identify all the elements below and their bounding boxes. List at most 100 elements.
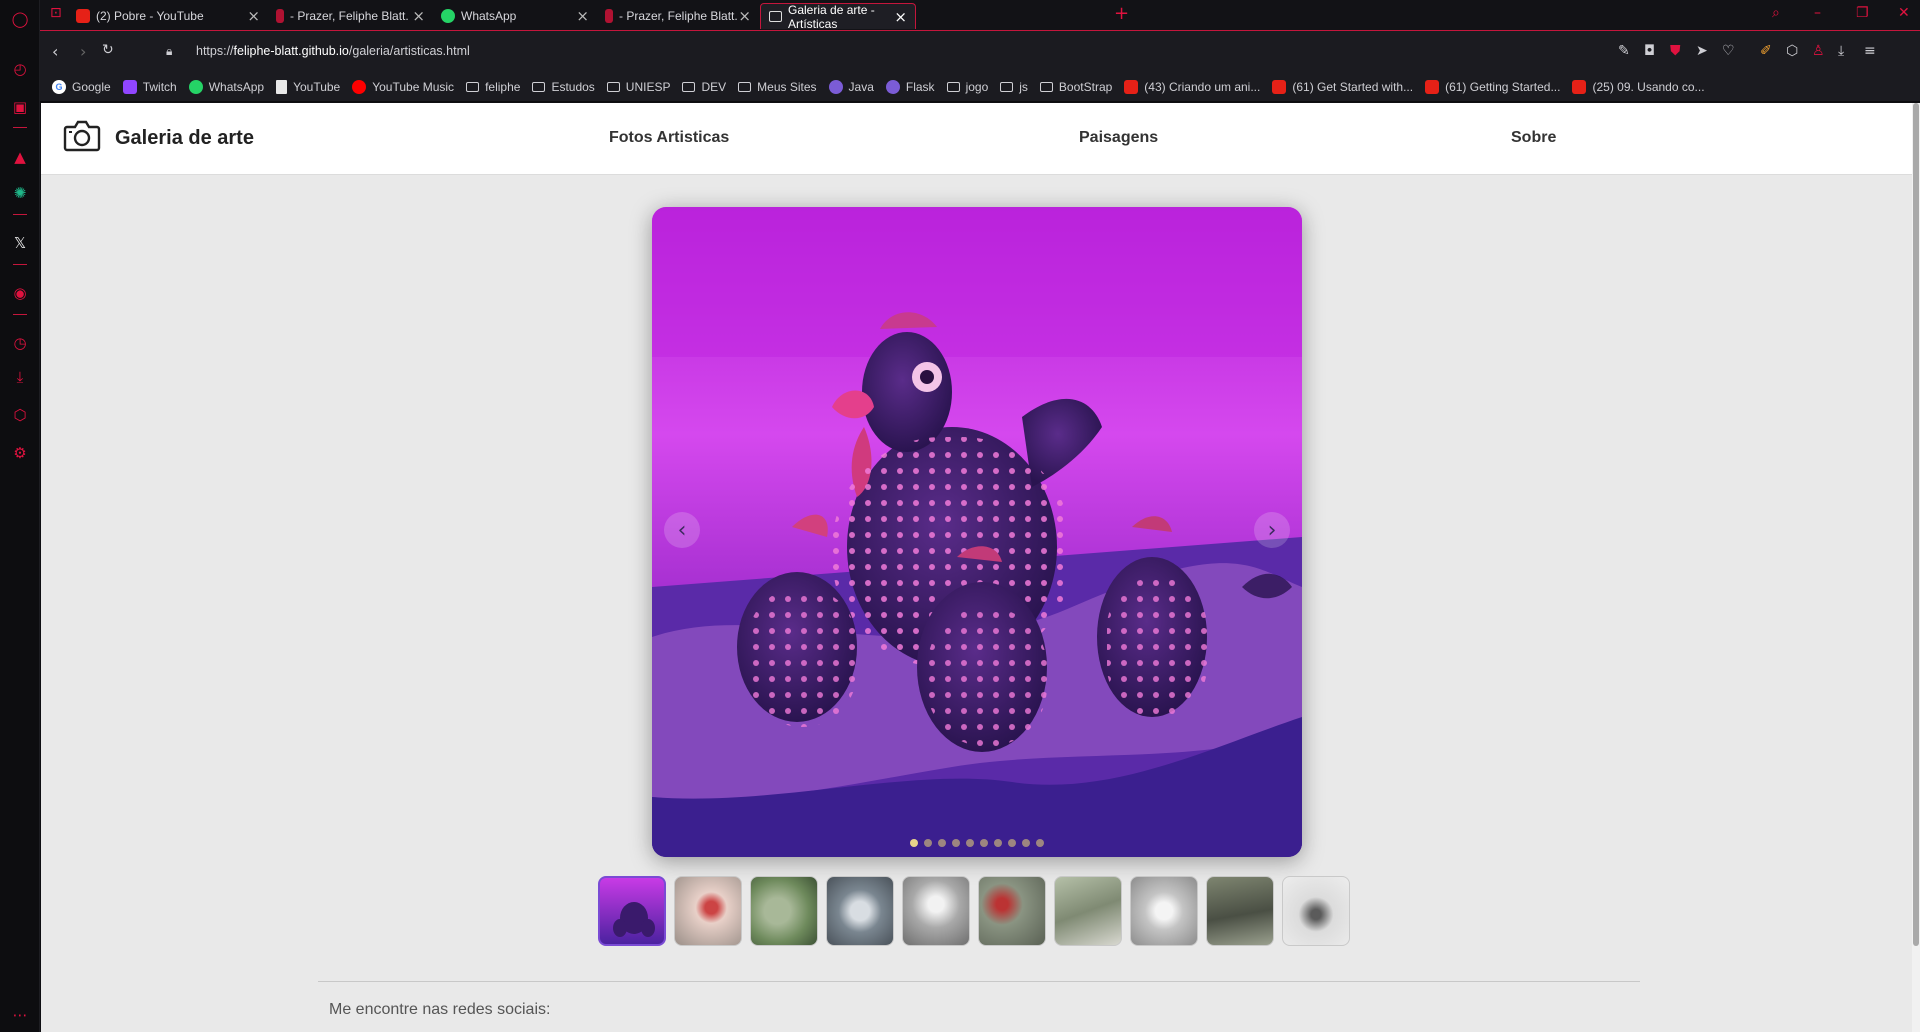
edit-icon[interactable]: ✎: [1618, 43, 1630, 59]
scrollbar-thumb[interactable]: [1913, 103, 1919, 946]
more-dots-icon[interactable]: ⋯: [9, 1004, 31, 1026]
thumbnail-4[interactable]: [826, 876, 894, 946]
bookmark-twitch[interactable]: Twitch: [122, 79, 177, 94]
bookmark-youtube-video[interactable]: (61) Get Started with...: [1272, 79, 1413, 94]
carousel-indicators: [652, 839, 1302, 847]
tab-prazer-1[interactable]: - Prazer, Feliphe Blatt. ×: [268, 3, 433, 29]
snapshot-camera-icon[interactable]: ◘: [1644, 43, 1655, 59]
opera-logo-icon[interactable]: ◯: [9, 8, 31, 30]
twitch-sidebar-icon[interactable]: ▣: [9, 96, 31, 118]
carousel-indicator[interactable]: [1022, 839, 1030, 847]
footer-social-text: Me encontre nas redes sociais:: [329, 1001, 551, 1018]
thumbnail-2[interactable]: [674, 876, 742, 946]
bookmark-folder[interactable]: Meus Sites: [738, 80, 817, 94]
speed-dial-icon[interactable]: ◴: [9, 58, 31, 80]
bookmark-java[interactable]: Java: [828, 79, 874, 94]
downloads-icon[interactable]: ⤓: [9, 366, 31, 388]
thumbnail-5[interactable]: [902, 876, 970, 946]
profile-icon[interactable]: ♙: [1812, 43, 1825, 59]
reload-icon[interactable]: ↻: [102, 42, 114, 58]
carousel-indicator[interactable]: [1008, 839, 1016, 847]
adblock-shield-icon[interactable]: ⛊: [1670, 43, 1681, 59]
back-icon[interactable]: ‹: [52, 42, 58, 61]
close-tab-icon[interactable]: ×: [894, 8, 907, 26]
bookmark-youtube-video[interactable]: (25) 09. Usando co...: [1572, 79, 1705, 94]
music-player-icon[interactable]: ◉: [9, 282, 31, 304]
url-path: /galeria/artisticas.html: [348, 44, 470, 58]
thumbnail-10[interactable]: [1282, 876, 1350, 946]
forward-icon[interactable]: ›: [80, 42, 86, 61]
bookmark-label: Twitch: [142, 79, 177, 94]
bookmark-folder[interactable]: BootStrap: [1039, 79, 1113, 94]
thumbnail-7[interactable]: [1054, 876, 1122, 946]
carousel-indicator[interactable]: [910, 839, 918, 847]
bookmark-youtube-music[interactable]: YouTube Music: [352, 79, 454, 94]
history-icon[interactable]: ◷: [9, 332, 31, 354]
url-field[interactable]: https://feliphe-blatt.github.io/galeria/…: [196, 44, 470, 58]
tab-youtube[interactable]: (2) Pobre - YouTube ×: [68, 3, 268, 29]
close-tab-icon[interactable]: ×: [576, 7, 589, 25]
menu-icon[interactable]: ≡: [1864, 43, 1876, 59]
page-scrollbar[interactable]: [1912, 103, 1920, 1032]
bookmark-google[interactable]: G Google: [52, 79, 111, 94]
carousel-indicator[interactable]: [924, 839, 932, 847]
carousel-indicator[interactable]: [952, 839, 960, 847]
close-window-icon[interactable]: ✕: [1898, 5, 1910, 21]
carousel-indicator[interactable]: [980, 839, 988, 847]
cube-icon[interactable]: ⬡: [1786, 43, 1798, 59]
bookmark-folder[interactable]: UNIESP: [606, 80, 670, 94]
carousel-next-button[interactable]: ›: [1254, 512, 1290, 548]
image-carousel[interactable]: ‹ ›: [652, 207, 1302, 857]
google-icon: G: [52, 79, 66, 94]
bookmark-folder[interactable]: feliphe: [466, 80, 520, 94]
close-tab-icon[interactable]: ×: [738, 7, 751, 25]
nav-fotos-artisticas[interactable]: Fotos Artisticas: [609, 129, 729, 147]
send-icon[interactable]: ➤: [1696, 43, 1708, 59]
camera-logo-icon[interactable]: [63, 119, 101, 153]
bookmark-youtube-video[interactable]: (61) Getting Started...: [1425, 79, 1560, 94]
thumbnail-1[interactable]: [598, 876, 666, 946]
nav-sobre[interactable]: Sobre: [1511, 129, 1556, 147]
python-icon: [885, 79, 900, 94]
carousel-indicator[interactable]: [994, 839, 1002, 847]
search-tabs-icon[interactable]: ⌕: [1772, 5, 1780, 21]
gamepad-icon[interactable]: ⊡: [50, 5, 62, 21]
close-tab-icon[interactable]: ×: [247, 7, 260, 25]
bookmark-youtube[interactable]: YouTube: [276, 79, 340, 94]
aria-icon[interactable]: ▲: [9, 146, 31, 168]
new-tab-icon[interactable]: +: [1114, 3, 1129, 24]
youtube-icon: [76, 9, 90, 23]
chatgpt-icon[interactable]: ✺: [9, 182, 31, 204]
close-tab-icon[interactable]: ×: [412, 7, 425, 25]
heart-icon[interactable]: ♡: [1722, 43, 1735, 59]
pen-icon[interactable]: ✐: [1760, 43, 1772, 59]
nav-paisagens[interactable]: Paisagens: [1079, 129, 1158, 147]
carousel-indicator[interactable]: [1036, 839, 1044, 847]
restore-icon[interactable]: ❐: [1856, 5, 1869, 21]
youtube-icon: [1425, 79, 1440, 94]
minimize-icon[interactable]: –: [1814, 5, 1821, 21]
settings-gear-icon[interactable]: ⚙: [9, 442, 31, 464]
site-title[interactable]: Galeria de arte: [115, 127, 254, 150]
carousel-indicator[interactable]: [966, 839, 974, 847]
thumbnail-6[interactable]: [978, 876, 1046, 946]
download-icon[interactable]: ⤓: [1838, 43, 1844, 59]
tab-prazer-2[interactable]: - Prazer, Feliphe Blatt. ×: [597, 3, 759, 29]
thumbnail-3[interactable]: [750, 876, 818, 946]
bookmark-flask[interactable]: Flask: [885, 79, 935, 94]
bookmark-label: BootStrap: [1058, 79, 1113, 94]
tab-whatsapp[interactable]: WhatsApp ×: [433, 3, 597, 29]
tab-galeria[interactable]: Galeria de arte - Artísticas ×: [760, 3, 916, 31]
bookmark-whatsapp[interactable]: WhatsApp: [188, 79, 264, 94]
bookmark-folder[interactable]: Estudos: [532, 80, 595, 94]
carousel-prev-button[interactable]: ‹: [664, 512, 700, 548]
extensions-cube-icon[interactable]: ⬡: [9, 404, 31, 426]
bookmark-folder[interactable]: DEV: [682, 80, 726, 94]
bookmark-folder[interactable]: js: [1000, 80, 1028, 94]
bookmark-folder[interactable]: jogo: [946, 80, 988, 94]
thumbnail-8[interactable]: [1130, 876, 1198, 946]
thumbnail-9[interactable]: [1206, 876, 1274, 946]
bookmark-youtube-video[interactable]: (43) Criando um ani...: [1124, 79, 1260, 94]
carousel-indicator[interactable]: [938, 839, 946, 847]
x-twitter-icon[interactable]: 𝕏: [9, 232, 31, 254]
